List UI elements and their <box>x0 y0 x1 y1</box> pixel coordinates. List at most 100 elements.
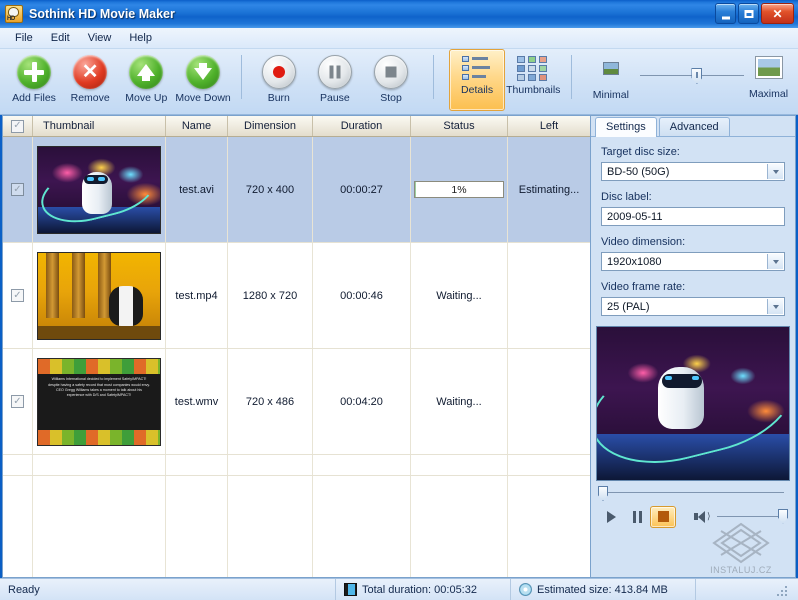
scrubber-knob[interactable] <box>598 486 608 501</box>
row-left <box>508 349 590 454</box>
toolbar-separator-2 <box>433 55 434 99</box>
volume-track <box>717 516 780 517</box>
pause-icon <box>318 55 352 89</box>
table-row[interactable]: ✓ Williams International decided to impl… <box>3 349 590 455</box>
maximal-label: Maximal <box>749 88 788 100</box>
maximize-button[interactable] <box>738 3 759 24</box>
settings-tabs: Settings Advanced <box>591 116 795 137</box>
menu-item-view[interactable]: View <box>79 30 121 46</box>
safety-video-thumbnail: Williams International decided to implem… <box>37 358 161 446</box>
row-checkbox[interactable]: ✓ <box>11 289 24 302</box>
film-strip-icon <box>344 583 357 596</box>
disc-label-input[interactable]: 2009-05-11 <box>601 207 785 226</box>
disc-icon <box>519 583 532 596</box>
arrow-down-icon <box>186 55 220 89</box>
chevron-down-icon[interactable] <box>767 254 783 269</box>
pause-icon <box>633 511 642 523</box>
column-header-status[interactable]: Status <box>411 116 508 136</box>
details-view-button[interactable]: Details <box>449 49 505 111</box>
video-dimension-select[interactable]: 1920x1080 <box>601 252 785 271</box>
thumbnail-size-slider[interactable] <box>640 49 739 111</box>
details-view-icon <box>462 55 492 81</box>
tab-settings[interactable]: Settings <box>595 117 657 137</box>
slider-knob[interactable] <box>691 68 702 84</box>
menu-item-file[interactable]: File <box>6 30 42 46</box>
select-all-header[interactable]: ✓ <box>3 116 33 136</box>
move-down-button[interactable]: Move Down <box>174 49 231 111</box>
column-header-name[interactable]: Name <box>166 116 228 136</box>
column-header-duration[interactable]: Duration <box>313 116 411 136</box>
chevron-down-icon[interactable] <box>767 164 783 179</box>
toolbar: Add Files ✕ Remove Move Up Move Down Bur… <box>0 49 798 115</box>
row-checkbox[interactable]: ✓ <box>11 395 24 408</box>
maximal-size-button[interactable]: Maximal <box>739 49 798 111</box>
row-checkbox-cell[interactable]: ✓ <box>3 243 33 348</box>
pause-button[interactable]: Pause <box>307 49 363 111</box>
kung-fu-panda-thumbnail <box>37 252 161 340</box>
row-status: Waiting... <box>411 243 508 348</box>
table-row[interactable]: ✓ test.avi 720 x 400 00:00:27 <box>3 137 590 243</box>
file-list-header: ✓ Thumbnail Name Dimension Duration Stat… <box>3 116 590 137</box>
row-dimension: 1280 x 720 <box>228 243 313 348</box>
remove-label: Remove <box>71 92 110 104</box>
play-icon <box>607 511 616 523</box>
preview-scrubber[interactable] <box>598 486 788 500</box>
wall-e-eve-preview[interactable] <box>596 326 790 481</box>
column-header-left[interactable]: Left <box>508 116 590 136</box>
volume-knob[interactable] <box>778 509 788 524</box>
move-up-label: Move Up <box>125 92 167 104</box>
status-ready: Ready <box>0 579 335 600</box>
close-button[interactable]: ✕ <box>761 3 794 24</box>
minimal-label: Minimal <box>593 89 629 101</box>
add-files-button[interactable]: Add Files <box>6 49 62 111</box>
thumbnails-view-button[interactable]: Thumbnails <box>505 49 561 111</box>
menu-item-edit[interactable]: Edit <box>42 30 79 46</box>
row-checkbox[interactable]: ✓ <box>11 183 24 196</box>
move-up-button[interactable]: Move Up <box>118 49 174 111</box>
stop-button[interactable]: Stop <box>363 49 419 111</box>
stop-label: Stop <box>380 92 402 104</box>
wall-e-eve-thumbnail <box>37 146 161 234</box>
remove-button[interactable]: ✕ Remove <box>62 49 118 111</box>
table-row[interactable]: ✓ test.mp4 <box>3 243 590 349</box>
toolbar-separator-1 <box>241 55 242 99</box>
minimal-size-button[interactable]: Minimal <box>581 49 640 111</box>
volume-slider[interactable] <box>715 509 788 525</box>
pause-label: Pause <box>320 92 350 104</box>
preview-stop-button[interactable] <box>650 506 676 528</box>
total-duration-text: Total duration: 00:05:32 <box>362 584 477 596</box>
stop-icon <box>374 55 408 89</box>
video-frame-rate-select[interactable]: 25 (PAL) <box>601 297 785 316</box>
row-name: test.wmv <box>166 349 228 454</box>
record-icon <box>262 55 296 89</box>
tab-advanced[interactable]: Advanced <box>659 117 730 136</box>
row-thumbnail-cell <box>33 137 166 242</box>
progress-fill <box>415 182 416 197</box>
speaker-icon[interactable]: ⟩ <box>694 511 711 523</box>
status-bar: Ready Total duration: 00:05:32 Estimated… <box>0 578 798 600</box>
minimize-button[interactable] <box>715 3 736 24</box>
row-duration: 00:00:46 <box>313 243 411 348</box>
chevron-down-icon[interactable] <box>767 299 783 314</box>
row-left <box>508 243 590 348</box>
target-disc-size-select[interactable]: BD-50 (50G) <box>601 162 785 181</box>
column-header-dimension[interactable]: Dimension <box>228 116 313 136</box>
menu-item-help[interactable]: Help <box>120 30 161 46</box>
add-circle-icon <box>17 55 51 89</box>
resize-grip-icon[interactable] <box>775 584 787 596</box>
burn-button[interactable]: Burn <box>251 49 307 111</box>
preview-pause-button[interactable] <box>624 506 650 528</box>
settings-form: Target disc size: BD-50 (50G) Disc label… <box>591 137 795 320</box>
row-status-cell: 1% <box>411 137 508 242</box>
row-duration: 00:00:27 <box>313 137 411 242</box>
remove-circle-icon: ✕ <box>73 55 107 89</box>
row-left: Estimating... <box>508 137 590 242</box>
preview-play-button[interactable] <box>598 506 624 528</box>
row-checkbox-cell[interactable]: ✓ <box>3 137 33 242</box>
select-all-checkbox[interactable]: ✓ <box>11 120 24 133</box>
thumbnails-view-icon <box>517 55 549 81</box>
preview-controls: ⟩ <box>591 500 795 530</box>
main-content: ✓ Thumbnail Name Dimension Duration Stat… <box>0 115 798 578</box>
column-header-thumbnail[interactable]: Thumbnail <box>33 116 166 136</box>
row-checkbox-cell[interactable]: ✓ <box>3 349 33 454</box>
